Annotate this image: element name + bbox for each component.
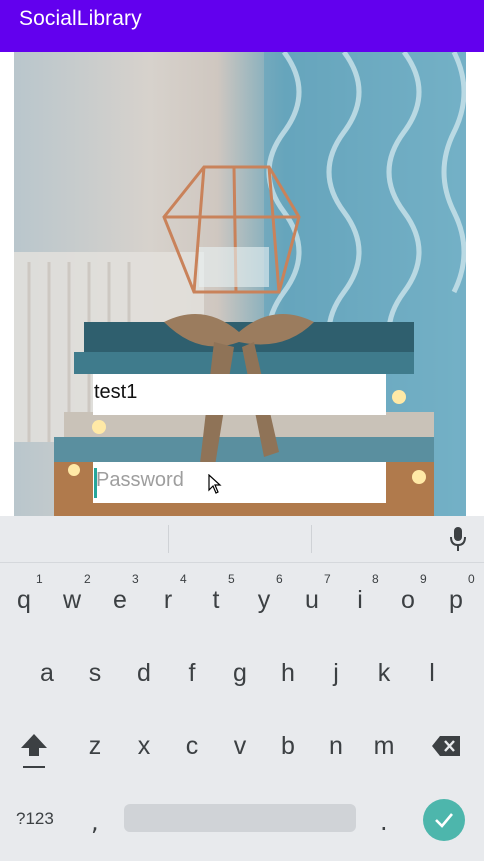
mic-icon[interactable] — [449, 526, 467, 552]
key-t[interactable]: 5t — [204, 572, 235, 613]
background-image — [14, 52, 466, 516]
mouse-cursor-icon — [208, 474, 222, 494]
key-r[interactable]: 4r — [156, 572, 187, 613]
username-field[interactable]: test1 — [93, 374, 386, 415]
comma-key[interactable]: , — [91, 808, 99, 836]
key-g[interactable]: g — [228, 661, 252, 686]
key-s[interactable]: s — [83, 661, 107, 686]
key-j[interactable]: j — [324, 661, 348, 686]
key-z[interactable]: z — [83, 734, 107, 759]
password-field[interactable]: Password — [93, 462, 386, 503]
key-m[interactable]: m — [369, 734, 399, 759]
key-q[interactable]: 1q — [12, 572, 43, 613]
soft-keyboard: 1q 2w 3e 4r 5t 6y 7u 8i 9o 0p a s d f g … — [0, 516, 484, 861]
key-v[interactable]: v — [228, 734, 252, 759]
symbols-key[interactable]: ?123 — [16, 809, 54, 829]
shift-icon[interactable] — [19, 732, 49, 772]
app-title: SocialLibrary — [19, 7, 142, 30]
check-icon — [435, 813, 453, 828]
suggestion-divider — [311, 525, 312, 553]
suggestion-strip — [0, 516, 484, 563]
key-x[interactable]: x — [132, 734, 156, 759]
key-i[interactable]: 8i — [348, 572, 378, 613]
suggestion-divider — [168, 525, 169, 553]
key-o[interactable]: 9o — [396, 572, 427, 613]
key-e[interactable]: 3e — [108, 572, 139, 613]
key-b[interactable]: b — [276, 734, 300, 759]
key-a[interactable]: a — [35, 661, 59, 686]
backspace-icon[interactable] — [431, 735, 461, 757]
key-w[interactable]: 2w — [60, 572, 91, 613]
key-k[interactable]: k — [372, 661, 396, 686]
key-l[interactable]: l — [420, 661, 444, 686]
key-d[interactable]: d — [132, 661, 156, 686]
enter-key[interactable] — [423, 799, 465, 841]
password-placeholder: Password — [96, 469, 184, 491]
key-p[interactable]: 0p — [444, 572, 475, 613]
space-bar[interactable] — [124, 804, 356, 832]
key-n[interactable]: n — [324, 734, 348, 759]
key-f[interactable]: f — [180, 661, 204, 686]
key-y[interactable]: 6y — [252, 572, 283, 613]
key-h[interactable]: h — [276, 661, 300, 686]
key-u[interactable]: 7u — [300, 572, 331, 613]
key-c[interactable]: c — [180, 734, 204, 759]
period-key[interactable]: . — [380, 808, 388, 836]
username-value: test1 — [94, 381, 138, 403]
app-bar: SocialLibrary — [0, 0, 484, 52]
